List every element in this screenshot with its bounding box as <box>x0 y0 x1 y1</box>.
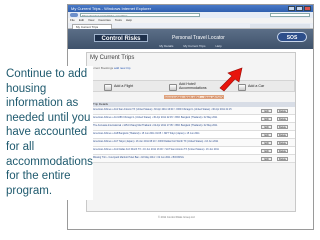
copyright: © 2011 Control Risks Group Ltd <box>158 216 195 219</box>
edit-button[interactable]: Edit <box>261 117 272 121</box>
delete-button[interactable]: Delete <box>277 141 288 145</box>
browser-screenshot: My Current Trips - Windows Internet Expl… <box>67 4 314 230</box>
table-row: American Airlines • AA1 Dallas Fort Wort… <box>89 147 295 155</box>
edit-button[interactable]: Edit <box>261 141 272 145</box>
edit-button[interactable]: Edit <box>261 157 272 161</box>
table-row: The Accuasia International • 1254 Chiang… <box>89 123 295 131</box>
window-title: My Current Trips - Windows Internet Expl… <box>71 6 152 11</box>
table-row: American Airlines • AA1 San Antonio TX (… <box>89 107 295 115</box>
trips-panel: My Current Trips Current Bookings add ne… <box>86 52 296 212</box>
close-button[interactable] <box>304 6 311 11</box>
page-body: My Current Trips Current Bookings add ne… <box>68 49 313 229</box>
trip-description[interactable]: Missing Trim - Courtyard Marriott Hotel … <box>93 156 253 159</box>
back-forward-icon[interactable] <box>70 13 78 17</box>
status-notice: Accommodation details added — please add… <box>164 95 224 99</box>
trip-description[interactable]: The Accuasia International • 1254 Chiang… <box>93 124 253 127</box>
url-field[interactable]: https://portal.controlrisks.com/trips <box>80 13 200 17</box>
delete-button[interactable]: Delete <box>277 109 288 113</box>
add-hotel-button[interactable]: Add Hotel/ Accommodations <box>169 82 207 92</box>
control-risks-logo[interactable]: Control Risks <box>94 34 148 42</box>
plane-icon <box>104 83 112 91</box>
trip-description[interactable]: American Airlines • AA 1086 Chicago IL (… <box>93 116 253 119</box>
table-row: American Airlines • AA7 Tokyo (Japan) • … <box>89 139 295 147</box>
current-bookings-line: Current Bookings add new trip <box>90 66 130 70</box>
trip-description[interactable]: American Airlines • AA1 San Antonio TX (… <box>93 108 253 111</box>
delete-button[interactable]: Delete <box>277 133 288 137</box>
maximize-button[interactable] <box>296 6 303 11</box>
instruction-caption: Continue to add housing information as n… <box>3 66 93 201</box>
trip-table: Trip Details American Airlines • AA1 San… <box>89 102 295 163</box>
delete-button[interactable]: Delete <box>277 125 288 129</box>
browser-title-bar: My Current Trips - Windows Internet Expl… <box>68 5 313 12</box>
site-header: Control Risks Personal Travel Locator SO… <box>68 29 313 49</box>
trip-description[interactable]: American Airlines • AA8 Bangkok (Thailan… <box>93 132 253 135</box>
page-title: My Current Trips <box>90 55 135 61</box>
trip-description[interactable]: American Airlines • AA7 Tokyo (Japan) • … <box>93 140 253 143</box>
table-row: American Airlines • AA 1086 Chicago IL (… <box>89 115 295 123</box>
edit-button[interactable]: Edit <box>261 125 272 129</box>
browser-toolbar <box>250 24 310 28</box>
add-flight-button[interactable]: Add a Flight <box>104 82 133 92</box>
hotel-icon <box>169 83 177 91</box>
minimize-button[interactable] <box>288 6 295 11</box>
edit-button[interactable]: Edit <box>261 109 272 113</box>
partner-logo: SOS <box>277 32 307 42</box>
add-hotel-label: Add Hotel/ Accommodations <box>179 82 207 90</box>
delete-button[interactable]: Delete <box>277 117 288 121</box>
delete-button[interactable]: Delete <box>277 157 288 161</box>
edit-button[interactable]: Edit <box>261 133 272 137</box>
delete-button[interactable]: Delete <box>277 149 288 153</box>
add-new-trip-link[interactable]: add new trip <box>114 66 130 70</box>
add-actions-bar: Add a Flight Add Hotel/ Accommodations A… <box>89 80 295 92</box>
add-flight-label: Add a Flight <box>114 84 134 89</box>
browser-search-input[interactable] <box>270 13 310 17</box>
table-row: Missing Trim - Courtyard Marriott Hotel … <box>89 155 295 163</box>
table-row: American Airlines • AA8 Bangkok (Thailan… <box>89 131 295 139</box>
red-arrow-icon <box>219 67 243 92</box>
edit-button[interactable]: Edit <box>261 149 272 153</box>
window-controls <box>288 6 311 11</box>
current-bookings-label: Current Bookings <box>90 66 114 70</box>
trip-description[interactable]: American Airlines • AA1 Dallas Fort Wort… <box>93 148 253 151</box>
site-title: Personal Travel Locator <box>172 35 225 41</box>
